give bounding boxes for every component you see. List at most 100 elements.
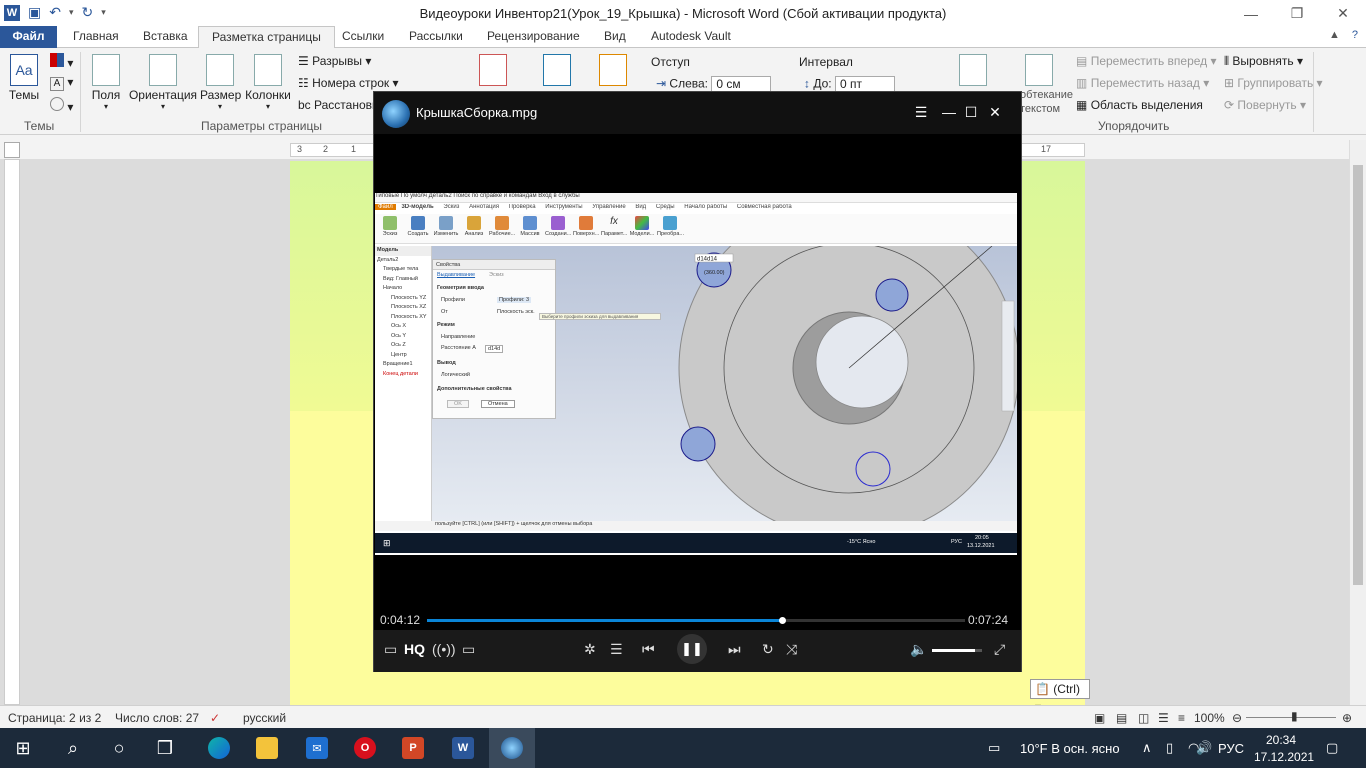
word-count[interactable]: Число слов: 27: [115, 711, 199, 725]
seek-bar-knob[interactable]: [779, 617, 787, 624]
page-count[interactable]: Страница: 2 из 2: [8, 711, 101, 725]
inventor-extrude-properties: Свойства Выдавливание Эскиз Геометрия вв…: [432, 259, 661, 419]
view-print-layout-icon[interactable]: ▣: [1094, 711, 1105, 725]
settings-icon[interactable]: ✲: [584, 641, 596, 658]
close-icon[interactable]: ✕: [1320, 0, 1366, 27]
broadcast-icon[interactable]: ((•)): [432, 641, 456, 657]
cortana-icon[interactable]: ○: [96, 728, 142, 768]
open-file-icon[interactable]: ▭: [384, 641, 397, 658]
player-minimize-icon[interactable]: —: [938, 104, 960, 120]
edge-icon[interactable]: [196, 728, 242, 768]
tab-insert[interactable]: Вставка: [130, 26, 201, 48]
playlist-button-icon[interactable]: ☰: [610, 641, 623, 658]
browser-header: Модель: [375, 246, 431, 256]
tray-date[interactable]: 17.12.2021: [1254, 737, 1314, 768]
tab-page-layout[interactable]: Разметка страницы: [198, 26, 335, 49]
theme-colors-icon[interactable]: ▾: [50, 53, 73, 70]
ribbon-collapse-icon[interactable]: ▲: [1329, 29, 1340, 41]
proofing-icon[interactable]: ✓: [210, 711, 220, 725]
tab-references[interactable]: Ссылки: [329, 26, 397, 48]
group-button[interactable]: ⊞ Группировать ▾: [1224, 76, 1323, 90]
vertical-scrollbar[interactable]: [1349, 140, 1366, 705]
opera-icon[interactable]: O: [342, 728, 388, 768]
theme-fonts-icon[interactable]: A ▾: [50, 75, 73, 91]
rotate-button[interactable]: ⟳ Повернуть ▾: [1224, 98, 1306, 112]
tab-file[interactable]: Файл: [0, 26, 57, 48]
screen-icon[interactable]: ▭: [462, 641, 475, 658]
orientation-button[interactable]: Ориентация ▾: [128, 54, 198, 111]
theme-effects-icon[interactable]: ▾: [50, 97, 73, 114]
tray-expand-icon[interactable]: ∧: [1142, 728, 1152, 768]
margins-button[interactable]: Поля ▾: [88, 54, 124, 111]
volume-icon[interactable]: 🔈: [910, 641, 927, 658]
send-backward-icon: ▥: [1076, 76, 1088, 90]
mail-icon[interactable]: ✉: [294, 728, 340, 768]
wrap-text-button[interactable]: [1024, 54, 1054, 88]
word-taskbar-icon[interactable]: W: [440, 728, 486, 768]
size-button[interactable]: Размер ▾: [200, 54, 241, 111]
maximize-icon[interactable]: ❐: [1274, 0, 1320, 27]
view-draft-icon[interactable]: ≡: [1178, 711, 1185, 725]
file-explorer-icon[interactable]: [244, 728, 290, 768]
indent-label: Отступ: [651, 55, 690, 69]
watermark-button[interactable]: [478, 54, 508, 88]
next-icon[interactable]: ⏭: [728, 641, 741, 658]
weather-text[interactable]: 10°F В осн. ясно: [1020, 728, 1120, 768]
columns-button[interactable]: Колонки ▾: [243, 54, 293, 111]
tab-selector-icon[interactable]: [4, 142, 20, 158]
paste-options-button[interactable]: 📋 (Ctrl) ▾: [1030, 679, 1090, 714]
minimize-icon[interactable]: —: [1228, 0, 1274, 27]
selection-pane-button[interactable]: ▦ Область выделения: [1076, 98, 1203, 112]
volume-slider[interactable]: [932, 649, 982, 652]
bring-forward-button[interactable]: ▤ Переместить вперед ▾: [1076, 54, 1217, 68]
position-button[interactable]: [958, 54, 988, 88]
view-outline-icon[interactable]: ☰: [1158, 711, 1169, 725]
repeat-icon[interactable]: ↻: [762, 641, 774, 658]
view-full-screen-icon[interactable]: ▤: [1116, 711, 1127, 725]
start-windows-icon[interactable]: ⊞: [0, 728, 46, 768]
tab-review[interactable]: Рецензирование: [474, 26, 593, 48]
hq-button[interactable]: HQ: [404, 641, 425, 657]
network-icon[interactable]: ▯: [1166, 728, 1173, 768]
shuffle-icon[interactable]: ⤨: [786, 641, 797, 658]
previous-icon[interactable]: ⏮: [642, 641, 655, 658]
tab-autodesk-vault[interactable]: Autodesk Vault: [638, 26, 744, 48]
zoom-in-icon[interactable]: ⊕: [1342, 711, 1352, 725]
zoom-level[interactable]: 100%: [1194, 711, 1225, 725]
fullscreen-icon[interactable]: ⤢: [994, 641, 1005, 658]
seek-bar[interactable]: [427, 617, 965, 624]
player-maximize-icon[interactable]: ☐: [960, 104, 982, 121]
align-button[interactable]: ⫴ Выровнять ▾: [1224, 54, 1303, 69]
help-icon[interactable]: ?: [1352, 29, 1358, 41]
notifications-icon[interactable]: ▢: [1326, 728, 1338, 768]
page-borders-button[interactable]: [598, 54, 628, 88]
zoom-out-icon[interactable]: ⊖: [1232, 711, 1242, 725]
speaker-icon[interactable]: 🔊: [1196, 728, 1212, 768]
video-player-taskbar-icon[interactable]: [489, 728, 535, 768]
view-web-icon[interactable]: ◫: [1138, 711, 1149, 725]
video-frame[interactable]: Типовые По умолч Деталь2 Поиск по справк…: [375, 193, 1017, 555]
breaks-button[interactable]: ☰ Разрывы ▾: [298, 54, 371, 68]
page-color-button[interactable]: [542, 54, 572, 88]
send-backward-button[interactable]: ▥ Переместить назад ▾: [1076, 76, 1209, 90]
tab-mailings[interactable]: Рассылки: [396, 26, 476, 48]
themes-button[interactable]: Aa Темы: [6, 54, 42, 102]
weather-icon[interactable]: ▭: [988, 728, 1000, 768]
tab-view[interactable]: Вид: [591, 26, 639, 48]
hyphenation-button[interactable]: bc Расстановк: [298, 98, 377, 112]
language-status[interactable]: русский: [243, 711, 286, 725]
browser-item: Вращение1: [383, 361, 413, 367]
line-numbers-button[interactable]: ☷ Номера строк ▾: [298, 76, 399, 90]
search-icon[interactable]: ⌕: [50, 728, 96, 768]
powerpoint-icon[interactable]: P: [390, 728, 436, 768]
tab-home[interactable]: Главная: [60, 26, 132, 48]
playlist-icon[interactable]: ☰: [910, 104, 932, 121]
tray-language[interactable]: РУС: [1218, 728, 1244, 768]
scrollbar-thumb[interactable]: [1353, 165, 1363, 585]
player-close-icon[interactable]: ✕: [984, 104, 1006, 121]
pause-icon[interactable]: ❚❚: [677, 634, 707, 664]
vertical-ruler[interactable]: [4, 159, 20, 705]
status-bar: Страница: 2 из 2 Число слов: 27 ✓ русски…: [0, 705, 1366, 728]
task-view-icon[interactable]: ❒: [142, 728, 188, 768]
themes-icon: Aa: [10, 54, 38, 86]
